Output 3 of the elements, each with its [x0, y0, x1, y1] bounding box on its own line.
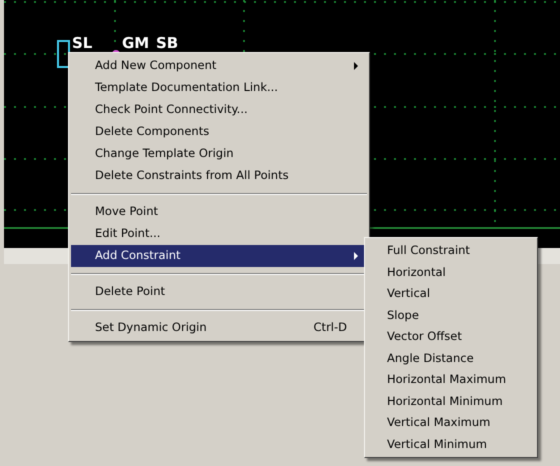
point-label: GM	[122, 36, 150, 51]
point-label: SB	[156, 36, 178, 51]
point-label: SL	[72, 36, 92, 51]
